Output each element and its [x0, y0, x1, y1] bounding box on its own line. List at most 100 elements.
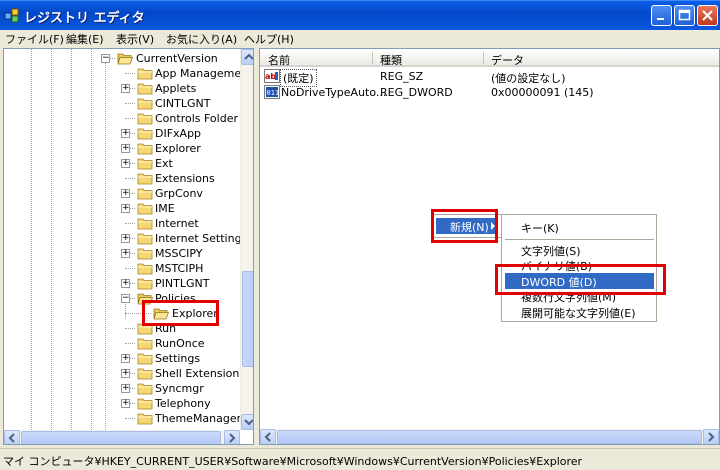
- collapse-icon[interactable]: −: [121, 294, 130, 303]
- column-divider[interactable]: [372, 52, 373, 64]
- tree-item[interactable]: Controls Folder: [4, 111, 240, 126]
- folder-icon: [137, 68, 153, 80]
- expand-icon[interactable]: +: [121, 84, 130, 93]
- tree-item[interactable]: Explorer: [4, 306, 240, 321]
- tree-item-label: Ext: [155, 157, 173, 170]
- scroll-left-button[interactable]: [4, 430, 20, 444]
- expand-icon[interactable]: +: [121, 234, 130, 243]
- submenu-item-multi-string-value[interactable]: 複数行文字列値(M): [505, 288, 654, 304]
- window-title: レジストリ エディタ: [24, 11, 145, 26]
- expand-icon[interactable]: +: [121, 129, 130, 138]
- collapse-icon[interactable]: −: [101, 54, 110, 63]
- tree-item-label: CurrentVersion: [136, 52, 218, 65]
- menu-edit[interactable]: 編集(E): [66, 31, 104, 47]
- tree-item[interactable]: + GrpConv: [4, 186, 240, 201]
- tree-item[interactable]: RunOnce: [4, 336, 240, 351]
- tree-item-label: RunOnce: [155, 337, 205, 350]
- tree-item-label: IME: [155, 202, 175, 215]
- tree-item[interactable]: + Settings: [4, 351, 240, 366]
- expand-icon[interactable]: +: [121, 249, 130, 258]
- tree-item-label: Internet: [155, 217, 199, 230]
- expand-icon[interactable]: +: [121, 144, 130, 153]
- submenu-item-expandable-string-value[interactable]: 展開可能な文字列値(E): [505, 304, 654, 320]
- expand-icon[interactable]: +: [121, 279, 130, 288]
- folder-icon: [137, 383, 153, 395]
- tree-item[interactable]: CINTLGNT: [4, 96, 240, 111]
- column-divider[interactable]: [483, 52, 484, 64]
- tree-vertical-scroll-thumb[interactable]: [242, 271, 253, 367]
- arrow-right-icon: [708, 432, 715, 442]
- submenu-item-label: キー(K): [521, 222, 559, 235]
- value-row[interactable]: ab (既定) REG_SZ (値の設定なし): [260, 68, 719, 87]
- tree-item[interactable]: Internet: [4, 216, 240, 231]
- tree-horizontal-scroll-thumb[interactable]: [21, 431, 221, 444]
- tree-item[interactable]: Extensions: [4, 171, 240, 186]
- menu-favorites[interactable]: お気に入り(A): [166, 31, 237, 47]
- submenu-item-binary-value[interactable]: バイナリ値(B): [505, 257, 654, 273]
- tree-item[interactable]: + MSSCIPY: [4, 246, 240, 261]
- tree-connector-line: [125, 103, 135, 104]
- column-header-type[interactable]: 種類: [380, 52, 402, 68]
- scroll-up-button[interactable]: [241, 49, 253, 65]
- tree-item-label: Extensions: [155, 172, 215, 185]
- arrow-right-icon: [229, 433, 236, 443]
- tree-item-label: MSSCIPY: [155, 247, 203, 260]
- tree-item[interactable]: + IME: [4, 201, 240, 216]
- tree-item[interactable]: ThemeManager: [4, 411, 241, 426]
- tree-item[interactable]: − Policies: [4, 291, 240, 306]
- tree-vertical-scrollbar[interactable]: [240, 49, 253, 430]
- expand-icon[interactable]: +: [121, 354, 130, 363]
- close-icon: [702, 10, 713, 21]
- expand-icon[interactable]: +: [121, 399, 130, 408]
- menu-view[interactable]: 表示(V): [116, 31, 154, 47]
- submenu-item-key[interactable]: キー(K): [505, 219, 654, 235]
- folder-icon: [137, 233, 153, 245]
- menu-help[interactable]: ヘルプ(H): [244, 31, 294, 47]
- scroll-right-button[interactable]: [703, 429, 719, 444]
- list-horizontal-scroll-thumb[interactable]: [277, 430, 702, 444]
- folder-icon: [137, 398, 153, 410]
- tree-item-label: Explorer: [155, 142, 201, 155]
- column-header-name[interactable]: 名前: [268, 52, 290, 68]
- context-menu-new[interactable]: 新規(N): [436, 218, 498, 234]
- scroll-down-button[interactable]: [241, 414, 253, 430]
- list-horizontal-scrollbar[interactable]: [260, 429, 719, 444]
- tree-item-label: Internet Settings: [155, 232, 248, 245]
- submenu-item-string-value[interactable]: 文字列値(S): [505, 242, 654, 258]
- tree-item-label: Syncmgr: [155, 382, 204, 395]
- tree-item[interactable]: + Explorer: [4, 141, 240, 156]
- svg-text:ab: ab: [265, 72, 276, 81]
- maximize-button[interactable]: [674, 5, 695, 26]
- submenu-item-dword-value[interactable]: DWORD 値(D): [505, 273, 654, 289]
- folder-icon: [137, 143, 153, 155]
- column-header-data[interactable]: データ: [491, 52, 524, 68]
- registry-key-tree[interactable]: − CurrentVersion App Management + Applets CIN…: [3, 48, 254, 445]
- tree-item[interactable]: MSTCIPH: [4, 261, 240, 276]
- tree-item[interactable]: + Syncmgr: [4, 381, 240, 396]
- tree-item[interactable]: App Management: [4, 66, 252, 81]
- arrow-left-icon: [8, 433, 15, 443]
- expand-icon[interactable]: +: [121, 159, 130, 168]
- tree-item[interactable]: + DIFxApp: [4, 126, 240, 141]
- tree-horizontal-scrollbar[interactable]: [4, 430, 240, 444]
- tree-item[interactable]: + Shell Extensions: [4, 366, 245, 381]
- minimize-button[interactable]: [651, 5, 672, 26]
- menu-file[interactable]: ファイル(F): [5, 31, 64, 47]
- expand-icon[interactable]: +: [121, 204, 130, 213]
- tree-item[interactable]: + PINTLGNT: [4, 276, 240, 291]
- scroll-left-button[interactable]: [260, 429, 276, 444]
- tree-item[interactable]: Run: [4, 321, 240, 336]
- tree-item[interactable]: − CurrentVersion: [4, 51, 240, 66]
- expand-icon[interactable]: +: [121, 369, 130, 378]
- tree-item[interactable]: + Applets: [4, 81, 240, 96]
- value-row[interactable]: 011 NoDriveTypeAuto... REG_DWORD 0x00000…: [260, 84, 719, 100]
- close-button[interactable]: [697, 5, 718, 26]
- tree-item[interactable]: + Ext: [4, 156, 240, 171]
- scroll-right-button[interactable]: [224, 430, 240, 444]
- expand-icon[interactable]: +: [121, 384, 130, 393]
- tree-item[interactable]: + Internet Settings: [4, 231, 247, 246]
- expand-icon[interactable]: +: [121, 189, 130, 198]
- title-bar[interactable]: レジストリ エディタ: [0, 0, 720, 30]
- tree-item[interactable]: + Telephony: [4, 396, 240, 411]
- folder-icon: [137, 158, 153, 170]
